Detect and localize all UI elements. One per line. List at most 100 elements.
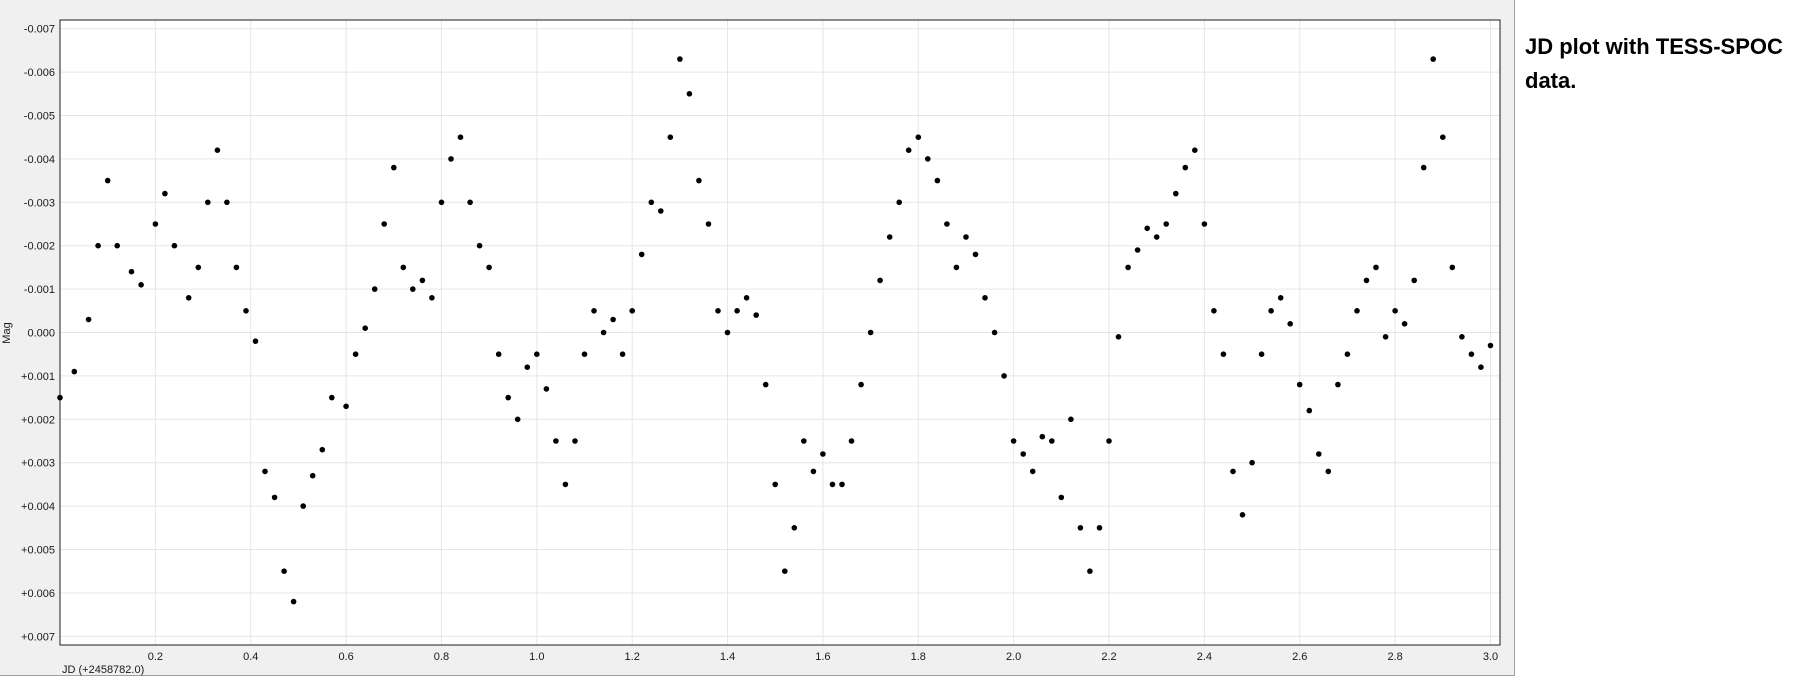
data-point: [715, 308, 721, 314]
data-point: [1163, 221, 1169, 227]
data-point: [300, 503, 307, 509]
data-point: [319, 446, 326, 453]
x-tick-label: 0.6: [338, 651, 353, 663]
data-point: [1440, 134, 1446, 140]
data-point: [1392, 308, 1398, 314]
data-point: [1134, 247, 1141, 253]
data-point: [934, 177, 941, 184]
x-tick-label: 0.4: [243, 651, 258, 663]
data-point: [343, 403, 349, 410]
data-point: [486, 264, 492, 271]
data-point: [233, 264, 240, 271]
data-point: [524, 364, 531, 371]
data-point: [1411, 277, 1417, 284]
x-tick-label: 3.0: [1483, 651, 1498, 663]
data-point: [782, 568, 788, 574]
data-point: [1039, 433, 1046, 440]
x-tick-label: 1.4: [720, 651, 735, 663]
data-point: [57, 394, 63, 401]
data-point: [214, 147, 221, 153]
data-point: [953, 264, 960, 271]
data-point: [762, 381, 769, 388]
data-point: [410, 286, 416, 292]
data-point: [1020, 451, 1026, 457]
y-tick-label: +0.002: [21, 414, 55, 426]
data-point: [696, 177, 702, 184]
data-point: [243, 308, 249, 314]
data-point: [290, 598, 297, 605]
data-point: [534, 351, 540, 358]
data-point: [1277, 295, 1284, 301]
data-point: [171, 242, 178, 249]
data-point: [610, 316, 616, 323]
data-point: [638, 251, 645, 258]
data-point: [185, 295, 192, 301]
data-point: [1173, 190, 1179, 197]
data-point: [329, 394, 335, 401]
data-point: [810, 468, 817, 475]
data-point: [1106, 438, 1112, 444]
data-point: [1029, 468, 1036, 475]
data-point: [839, 481, 845, 488]
data-point: [262, 468, 268, 475]
data-point: [543, 386, 550, 392]
data-point: [905, 147, 912, 153]
data-point: [1487, 342, 1494, 349]
data-point: [104, 177, 111, 184]
y-tick-label: -0.005: [24, 110, 55, 122]
data-point: [1058, 494, 1065, 501]
x-tick-label: 1.0: [529, 651, 544, 663]
x-tick-label: 0.8: [434, 651, 449, 663]
data-point: [581, 351, 588, 358]
data-point: [877, 277, 883, 284]
data-point: [1420, 164, 1427, 171]
data-point: [438, 199, 445, 206]
data-point: [820, 451, 826, 457]
data-point: [514, 416, 521, 423]
data-point: [867, 329, 874, 336]
data-point: [371, 286, 378, 292]
y-tick-label: -0.006: [24, 67, 55, 79]
data-point: [772, 481, 778, 488]
data-point: [162, 190, 168, 197]
data-point: [467, 199, 473, 206]
y-tick-labels: -0.007 -0.006 -0.005 -0.004 -0.003 -0.002 -0.0…: [21, 24, 55, 644]
x-tick-label: 2.0: [1006, 651, 1021, 663]
data-point: [619, 351, 626, 358]
data-point: [1401, 321, 1408, 327]
data-point: [724, 329, 731, 336]
data-point: [195, 264, 202, 271]
data-point: [1049, 438, 1055, 444]
data-point: [85, 316, 92, 323]
data-point: [1192, 147, 1198, 153]
data-point: [705, 221, 712, 227]
data-point: [591, 308, 597, 314]
data-point: [1449, 264, 1456, 271]
data-point: [1010, 438, 1017, 444]
data-point: [505, 394, 512, 401]
data-point: [1077, 525, 1084, 531]
data-point: [128, 268, 135, 275]
y-tick-label: +0.004: [21, 501, 55, 513]
data-point: [1373, 264, 1379, 271]
data-point: [553, 438, 559, 444]
data-point: [944, 221, 950, 227]
data-point: [1354, 308, 1360, 314]
data-point: [896, 199, 902, 206]
data-point: [419, 277, 426, 284]
data-point: [138, 282, 144, 288]
y-tick-label: -0.004: [24, 154, 55, 166]
data-point: [801, 438, 807, 444]
data-point: [152, 221, 159, 227]
scatter-chart: 0.2 0.4 0.6 0.8 1.0 1.2 1.4 1.6 1.8 2.0 2.2 2.4 2.6 2…: [1, 19, 1501, 676]
data-point: [658, 208, 664, 214]
data-point: [1363, 277, 1370, 284]
data-point: [391, 164, 397, 171]
data-point: [224, 199, 230, 206]
data-point: [448, 156, 454, 162]
data-point: [848, 438, 855, 444]
data-point: [858, 381, 864, 388]
data-point: [457, 134, 464, 140]
data-point: [1325, 468, 1332, 475]
data-point: [309, 472, 316, 479]
